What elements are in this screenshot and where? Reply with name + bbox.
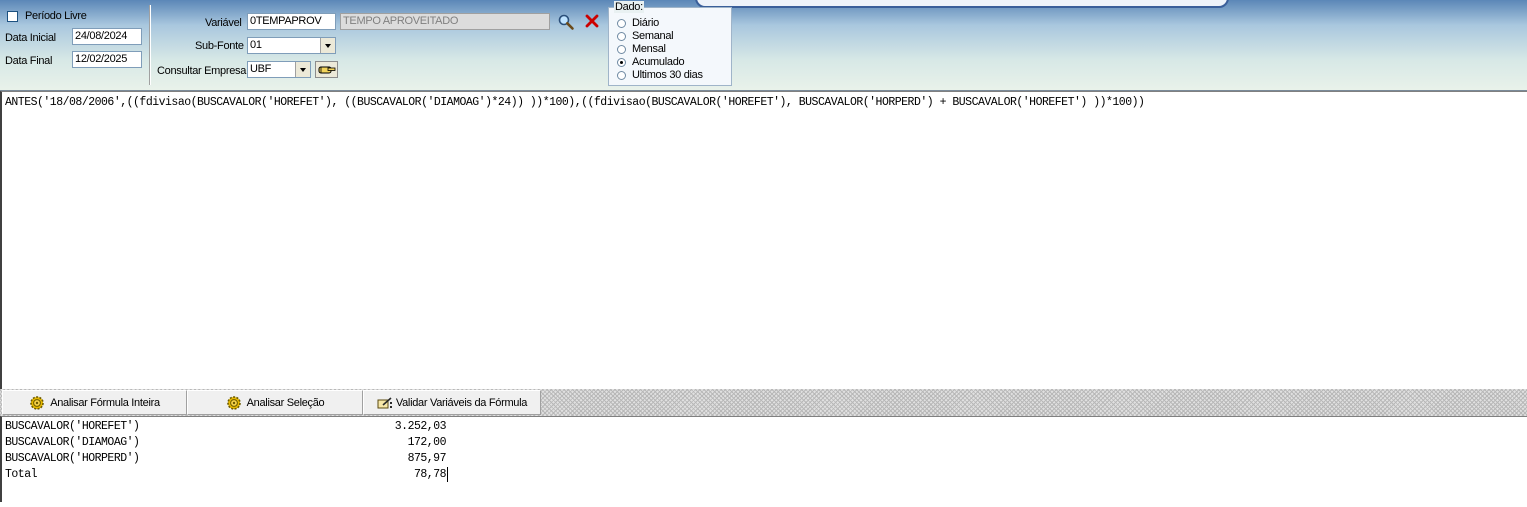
result-row: BUSCAVALOR('HOREFET') 3.252,03 [5, 420, 450, 435]
subfonte-value: 01 [250, 39, 262, 51]
empresa-label: Consultar Empresa [157, 65, 247, 77]
empresa-value: UBF [250, 63, 272, 75]
validar-variaveis-button[interactable]: Validar Variáveis da Fórmula [363, 390, 541, 415]
result-name: BUSCAVALOR('HOREFET') [5, 420, 140, 433]
text-caret [447, 467, 448, 482]
variavel-code-field[interactable]: 0TEMPAPROV [247, 13, 336, 30]
panel-divider [149, 5, 151, 85]
data-final-field[interactable]: 12/02/2025 [72, 51, 142, 68]
result-row: BUSCAVALOR('HORPERD') 875,97 [5, 452, 450, 467]
formula-editor[interactable]: ANTES('18/08/2006',((fdivisao(BUSCAVALOR… [0, 91, 1527, 389]
radio-mensal-label: Mensal [632, 43, 666, 55]
radio-acumulado-label: Acumulado [632, 56, 685, 68]
radio-acumulado[interactable] [617, 58, 626, 67]
analisar-formula-inteira-button[interactable]: Analisar Fórmula Inteira [2, 390, 187, 415]
hand-pointer-icon [318, 66, 336, 74]
empresa-select[interactable]: UBF [247, 61, 311, 78]
chevron-down-icon[interactable] [320, 38, 335, 53]
chevron-down-icon[interactable] [295, 62, 310, 77]
validar-variaveis-label: Validar Variáveis da Fórmula [395, 396, 528, 409]
variavel-label: Variável [205, 17, 242, 29]
periodo-livre-label: Período Livre [25, 10, 87, 22]
result-value: 172,00 [407, 436, 447, 449]
result-value: 78,78 [413, 468, 447, 481]
radio-diario-label: Diário [632, 17, 659, 29]
formula-toolbar: Analisar Fórmula Inteira Analisar Seleçã… [0, 389, 1527, 416]
data-inicial-field[interactable]: 24/08/2024 [72, 28, 142, 45]
window-tab-edge [695, 0, 1229, 8]
gear-icon [226, 395, 241, 410]
dado-title: Dado: [614, 1, 644, 13]
radio-ultimos-30-dias[interactable] [617, 71, 626, 80]
search-icon[interactable] [557, 13, 575, 31]
subfonte-label: Sub-Fonte [195, 40, 244, 52]
result-name: BUSCAVALOR('HORPERD') [5, 452, 140, 465]
radio-ultimos-30-dias-label: Ultimos 30 dias [632, 69, 703, 81]
result-row-total: Total 78,78 [5, 468, 450, 483]
filter-panel: Período Livre Data Inicial 24/08/2024 Da… [0, 0, 1527, 91]
result-name: BUSCAVALOR('DIAMOAG') [5, 436, 140, 449]
gear-icon [30, 395, 45, 410]
subfonte-select[interactable]: 01 [247, 37, 336, 54]
result-value: 875,97 [407, 452, 447, 465]
radio-diario[interactable] [617, 19, 626, 28]
radio-semanal[interactable] [617, 32, 626, 41]
analisar-formula-inteira-label: Analisar Fórmula Inteira [50, 396, 160, 409]
analisar-selecao-label: Analisar Seleção [246, 396, 325, 409]
consultar-empresa-button[interactable] [315, 61, 338, 78]
formula-text: ANTES('18/08/2006',((fdivisao(BUSCAVALOR… [5, 96, 1145, 109]
variavel-description-field: TEMPO APROVEITADO [340, 13, 550, 30]
result-name: Total [5, 468, 38, 481]
periodo-livre-checkbox[interactable] [7, 11, 18, 22]
analisar-selecao-button[interactable]: Analisar Seleção [187, 390, 363, 415]
data-final-label: Data Final [5, 55, 53, 67]
radio-mensal[interactable] [617, 45, 626, 54]
result-value: 3.252,03 [394, 420, 447, 433]
data-inicial-label: Data Inicial [5, 32, 56, 44]
radio-semanal-label: Semanal [632, 30, 674, 42]
pencil-check-icon [377, 396, 392, 408]
result-row: BUSCAVALOR('DIAMOAG') 172,00 [5, 436, 450, 451]
close-icon[interactable] [584, 13, 600, 29]
